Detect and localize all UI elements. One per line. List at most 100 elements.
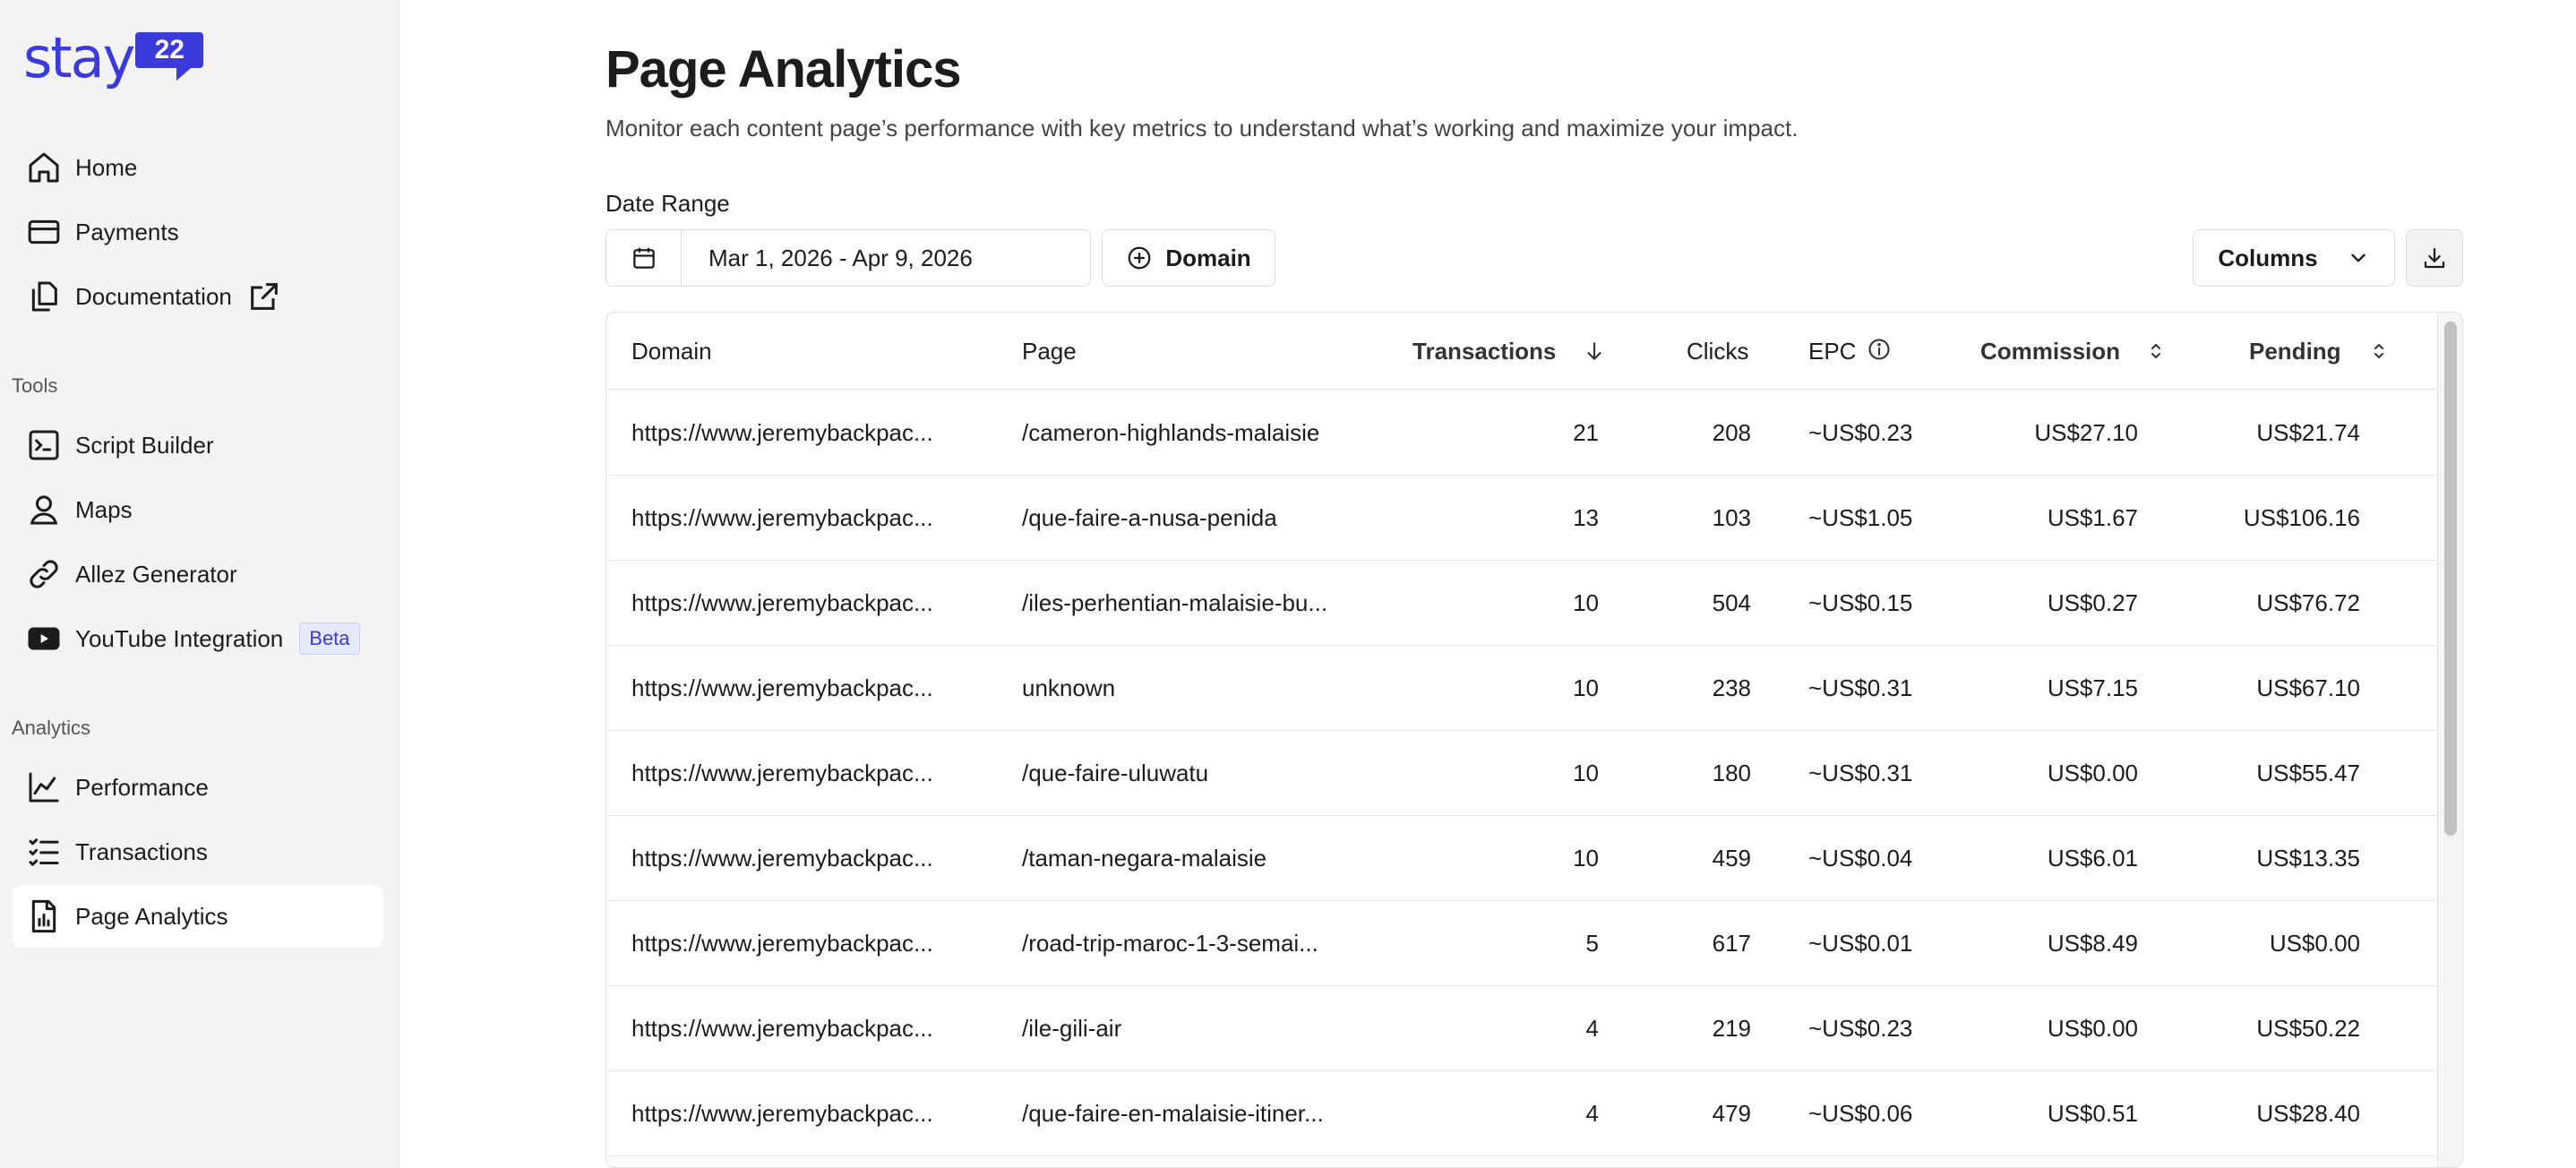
scrollbar-thumb[interactable]	[2444, 322, 2457, 836]
table-row[interactable]: https://www.jeremybackpac... /que-faire-u…	[606, 731, 2437, 816]
header-pending[interactable]: Pending	[2249, 313, 2390, 390]
cell-transactions: 5	[1585, 929, 1599, 957]
file-chart-icon	[25, 897, 63, 935]
cell-page: /iles-perhentian-malaisie-bu...	[1022, 588, 1328, 616]
sidebar-item-maps[interactable]: Maps	[13, 478, 383, 541]
sidebar-item-payments[interactable]: Payments	[13, 201, 383, 263]
cell-epc: ~US$0.31	[1808, 759, 1913, 786]
domain-filter-label: Domain	[1165, 244, 1251, 271]
cell-pending: US$55.47	[2256, 759, 2360, 786]
section-label-tools: Tools	[12, 374, 58, 397]
header-page[interactable]: Page	[1022, 313, 1077, 390]
checklist-icon	[25, 833, 63, 871]
main-content: Page Analytics Monitor each content page…	[605, 0, 2576, 1168]
analytics-table: Domain Page Transactions Clicks EPC Comm…	[605, 312, 2463, 1168]
cell-transactions: 10	[1573, 844, 1599, 872]
cell-page: unknown	[1022, 674, 1116, 701]
header-commission-label: Commission	[1980, 337, 2121, 365]
columns-label: Columns	[2218, 244, 2318, 271]
cell-transactions: 10	[1573, 759, 1599, 786]
cell-page: /ile-gili-air	[1022, 1014, 1122, 1042]
cell-commission: US$0.27	[2047, 588, 2138, 616]
sidebar-item-youtube-integration[interactable]: YouTube Integration Beta	[13, 607, 383, 670]
cell-clicks: 459	[1712, 844, 1751, 872]
table-row[interactable]: https://www.jeremybackpac... /que-faire-e…	[606, 1071, 2437, 1156]
youtube-icon	[25, 620, 63, 657]
cell-clicks: 238	[1712, 674, 1751, 701]
cell-clicks: 617	[1712, 929, 1751, 957]
table-row[interactable]: https://www.jeremybackpac... /iles-perhen…	[606, 561, 2437, 646]
plus-circle-icon	[1128, 246, 1151, 270]
sidebar-item-page-analytics[interactable]: Page Analytics	[13, 885, 383, 948]
sidebar-item-transactions[interactable]: Transactions	[13, 820, 383, 883]
cell-domain: https://www.jeremybackpac...	[631, 929, 933, 957]
download-icon	[2424, 247, 2445, 269]
info-icon[interactable]	[1867, 337, 1892, 362]
cell-epc: ~US$0.31	[1808, 674, 1913, 701]
credit-card-icon	[25, 213, 63, 251]
cell-clicks: 219	[1712, 1014, 1751, 1042]
cell-pending: US$28.40	[2256, 1099, 2360, 1127]
brand-logo[interactable]: stay 22	[23, 25, 204, 90]
download-button[interactable]	[2406, 229, 2463, 287]
cell-clicks: 103	[1712, 503, 1751, 531]
header-clicks[interactable]: Clicks	[1687, 313, 1748, 390]
sidebar-item-documentation[interactable]: Documentation	[13, 265, 383, 328]
header-transactions[interactable]: Transactions	[1413, 313, 1606, 390]
cell-transactions: 4	[1585, 1014, 1599, 1042]
cell-transactions: 10	[1573, 588, 1599, 616]
sidebar-item-allez-generator[interactable]: Allez Generator	[13, 543, 383, 605]
sidebar-item-home[interactable]: Home	[13, 136, 383, 199]
beta-badge: Beta	[299, 623, 360, 655]
domain-filter-button[interactable]: Domain	[1102, 229, 1275, 287]
brand-name: stay	[23, 25, 135, 90]
date-range-label: Date Range	[605, 190, 730, 217]
vertical-scrollbar[interactable]	[2437, 313, 2462, 1167]
cell-page: /que-faire-en-malaisie-itiner...	[1022, 1099, 1324, 1127]
cell-commission: US$0.00	[2047, 759, 2138, 786]
table-row[interactable]: https://www.jeremybackpac... /cameron-hig…	[606, 391, 2437, 476]
header-domain[interactable]: Domain	[631, 313, 712, 390]
header-commission[interactable]: Commission	[1980, 313, 2167, 390]
sidebar-item-label: Script Builder	[75, 431, 214, 459]
cell-pending: US$21.74	[2256, 418, 2360, 446]
cell-pending: US$50.22	[2256, 1014, 2360, 1042]
cell-epc: ~US$1.05	[1808, 503, 1913, 531]
sort-icon	[2374, 344, 2383, 358]
cell-domain: https://www.jeremybackpac...	[631, 759, 933, 786]
sidebar-item-label: Transactions	[75, 837, 208, 865]
external-link-icon	[251, 283, 278, 310]
cell-commission: US$1.67	[2047, 503, 2138, 531]
calendar-icon	[606, 230, 682, 286]
copy-icon	[25, 278, 63, 315]
header-epc[interactable]: EPC	[1808, 313, 1892, 390]
table-row[interactable]: https://www.jeremybackpac... /que-faire-a…	[606, 476, 2437, 561]
cell-page: /cameron-highlands-malaisie	[1022, 418, 1320, 446]
cell-epc: ~US$0.23	[1808, 418, 1913, 446]
page-title: Page Analytics	[605, 40, 961, 99]
sidebar: stay 22 Home Payments Documentation Tool…	[0, 0, 399, 1168]
home-icon	[25, 149, 63, 186]
cell-domain: https://www.jeremybackpac...	[631, 418, 933, 446]
table-row[interactable]: https://www.jeremybackpac... /road-trip-m…	[606, 901, 2437, 986]
brand-badge: 22	[135, 32, 204, 81]
date-range-picker[interactable]: Mar 1, 2026 - Apr 9, 2026	[605, 229, 1091, 287]
sidebar-item-script-builder[interactable]: Script Builder	[13, 414, 383, 477]
table-row[interactable]: https://www.jeremybackpac... /taman-negar…	[606, 816, 2437, 901]
cell-clicks: 479	[1712, 1099, 1751, 1127]
sidebar-item-label: Maps	[75, 495, 133, 523]
cell-epc: ~US$0.01	[1808, 929, 1913, 957]
sidebar-item-performance[interactable]: Performance	[13, 756, 383, 819]
page-subtitle: Monitor each content page’s performance …	[605, 115, 1799, 142]
columns-button[interactable]: Columns	[2193, 229, 2395, 287]
sidebar-item-label: Home	[75, 153, 138, 181]
cell-domain: https://www.jeremybackpac...	[631, 588, 933, 616]
table-row[interactable]: https://www.jeremybackpac... /ile-gili-ai…	[606, 986, 2437, 1071]
cell-epc: ~US$0.04	[1808, 844, 1913, 872]
line-chart-icon	[25, 769, 63, 806]
cell-transactions: 13	[1573, 503, 1599, 531]
cell-pending: US$0.00	[2269, 929, 2360, 957]
cell-pending: US$76.72	[2256, 588, 2360, 616]
cell-page: /road-trip-maroc-1-3-semai...	[1022, 929, 1318, 957]
table-row[interactable]: https://www.jeremybackpac... unknown 10 238…	[606, 646, 2437, 731]
